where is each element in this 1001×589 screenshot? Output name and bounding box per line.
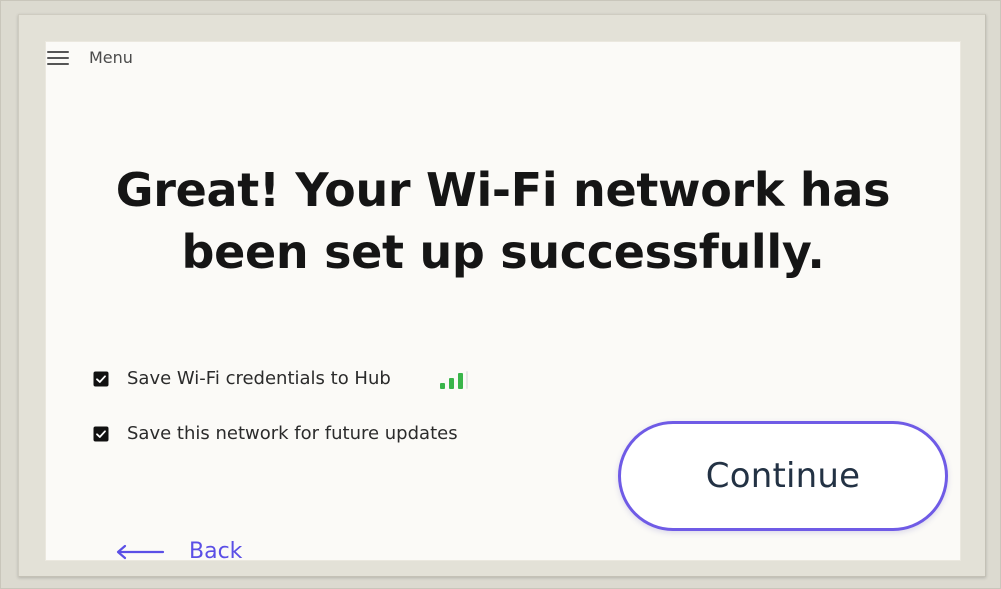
device-bezel: Menu Great! Your Wi-Fi network has been … — [18, 14, 986, 577]
back-link[interactable]: Back — [115, 541, 242, 563]
option-save-network-for-future-updates[interactable]: Save this network for future updates — [93, 425, 458, 443]
checkbox-checked-icon[interactable] — [93, 426, 109, 442]
page-title: Great! Your Wi-Fi network has been set u… — [75, 159, 931, 283]
continue-button[interactable]: Continue — [618, 421, 948, 531]
device-frame: Menu Great! Your Wi-Fi network has been … — [0, 0, 1001, 589]
menu-bar[interactable]: Menu — [47, 41, 133, 75]
menu-icon[interactable] — [47, 51, 69, 65]
setup-screen: Menu Great! Your Wi-Fi network has been … — [45, 41, 961, 563]
signal-strength-icon — [437, 367, 471, 391]
option-label-save-wifi-credentials[interactable]: Save Wi-Fi credentials to Hub — [127, 370, 391, 388]
back-arrow-icon[interactable] — [115, 543, 165, 561]
page-title-line-1: Great! Your Wi-Fi network has — [115, 163, 891, 217]
page-title-line-2: been set up successfully. — [181, 225, 825, 279]
option-save-wifi-credentials[interactable]: Save Wi-Fi credentials to Hub — [93, 367, 471, 391]
checkbox-checked-icon[interactable] — [93, 371, 109, 387]
menu-label[interactable]: Menu — [89, 50, 133, 66]
option-label-save-network-for-future-updates[interactable]: Save this network for future updates — [127, 425, 458, 443]
back-label[interactable]: Back — [189, 541, 242, 563]
